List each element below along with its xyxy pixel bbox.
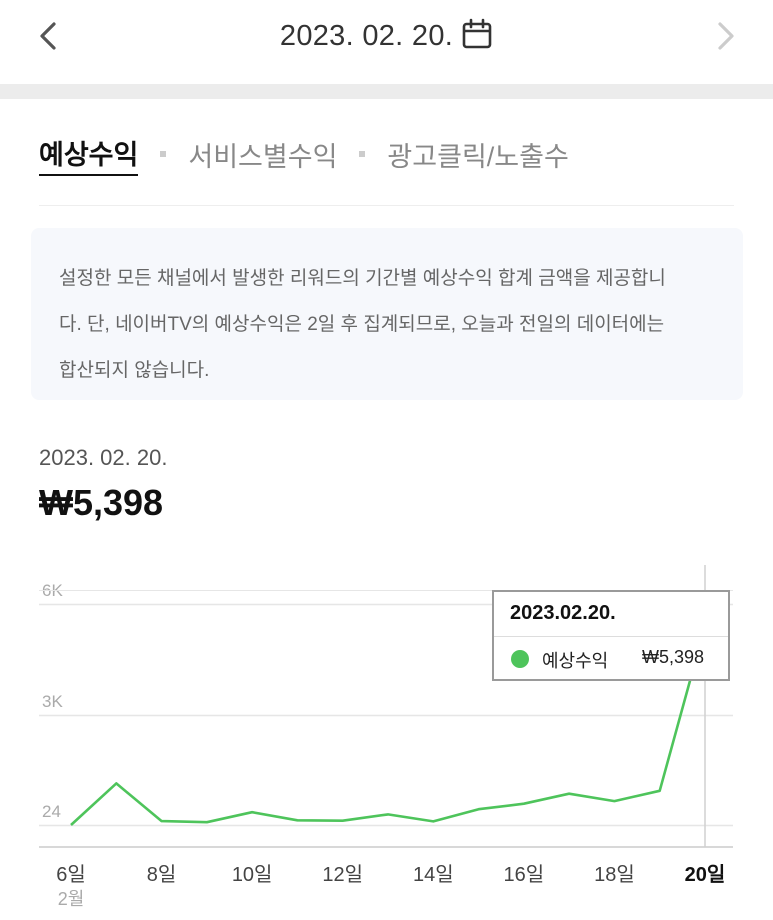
header-date-text: 2023. 02. 20. [279, 20, 454, 52]
notice-box: 설정한 모든 채널에서 발생한 리워드의 기간별 예상수익 합계 금액을 제공합… [31, 228, 743, 400]
tooltip-series-label: 예상수익 [542, 651, 609, 671]
x-tick-label: 16일 [504, 863, 545, 886]
y-tick-label: 3K [42, 692, 63, 711]
notice-line: 다. 단, 네이버TV의 예상수익은 2일 후 집계되므로, 오늘과 전일의 데… [59, 314, 665, 335]
chart-tooltip: 2023.02.20. 예상수익 ₩5,398 [492, 590, 730, 681]
chevron-right-icon [718, 22, 734, 50]
tab-estimated-revenue[interactable]: 예상수익 [39, 133, 139, 176]
x-tick-label: 14일 [413, 863, 454, 886]
x-tick-label: 8일 [147, 863, 177, 886]
header-date[interactable]: 2023. 02. 20. [0, 18, 773, 53]
tab-service-revenue[interactable]: 서비스별수익 [188, 135, 337, 174]
x-tick-label: 20일 [685, 863, 726, 886]
x-month-label: 2월 [58, 889, 85, 909]
calendar-icon[interactable] [461, 18, 493, 50]
tab-separator [160, 151, 167, 157]
summary-amount: ₩5,398 [39, 482, 164, 523]
section-divider [0, 84, 773, 99]
y-tick-label: 24 [42, 802, 61, 821]
x-tick-label: 10일 [232, 863, 273, 886]
date-header: 2023. 02. 20. [0, 0, 773, 84]
tab-separator [359, 151, 366, 157]
summary-date: 2023. 02. 20. [39, 445, 168, 470]
tabs-divider [39, 205, 734, 206]
series-marker-icon [511, 650, 529, 668]
tooltip-value: ₩5,398 [642, 647, 705, 667]
revenue-tabs: 예상수익 서비스별수익 광고클릭/노출수 [39, 133, 569, 176]
tooltip-date: 2023.02.20. [510, 602, 616, 624]
notice-line: 설정한 모든 채널에서 발생한 리워드의 기간별 예상수익 합계 금액을 제공합… [59, 268, 666, 289]
x-tick-label: 6일 [56, 863, 86, 886]
x-tick-label: 18일 [594, 863, 635, 886]
next-day-button[interactable] [710, 18, 740, 54]
notice-line: 합산되지 않습니다. [59, 360, 210, 381]
tab-ad-clicks-impressions[interactable]: 광고클릭/노출수 [387, 135, 568, 174]
x-tick-label: 12일 [322, 863, 363, 886]
tooltip-divider [494, 636, 728, 637]
